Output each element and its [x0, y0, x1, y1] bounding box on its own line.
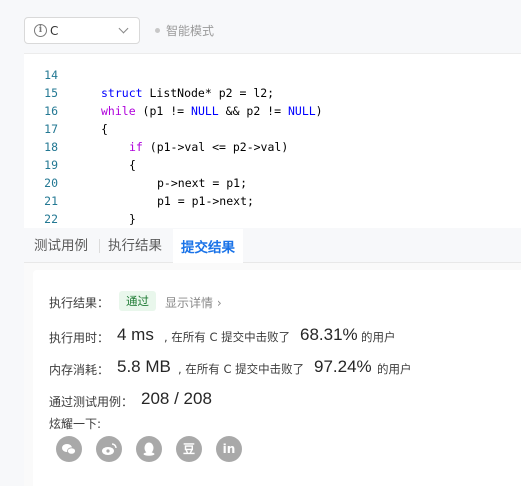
code-line: 15 while (p1 != NULL && p2 != NULL) [24, 66, 521, 118]
status-badge: 通过 [119, 291, 156, 311]
share-label: 炫耀一下: [49, 417, 102, 431]
code-line: 19 p->next = p1; [24, 138, 521, 190]
toolbar: i C 智能模式 [0, 0, 521, 57]
memory-value: 5.8 MB [117, 357, 171, 376]
language-label: C [50, 23, 59, 38]
mode-status-dot [155, 28, 160, 33]
tests-value: 208 / 208 [141, 389, 212, 408]
result-tabs: 测试用例 执行结果 提交结果 [24, 229, 521, 263]
memory-suffix: 的用户 [377, 362, 412, 376]
runtime-label: 执行用时： [49, 331, 110, 345]
code-line: 16 { [24, 84, 521, 136]
memory-label: 内存消耗： [49, 363, 110, 377]
language-select[interactable]: i C [24, 17, 140, 44]
qq-icon[interactable] [136, 436, 162, 462]
douban-icon[interactable]: 豆 [176, 436, 202, 462]
result-card: 执行结果： 通过 显示详情 › 执行用时： 4 ms , 在所有 C 提交中击败… [33, 270, 521, 486]
chevron-right-icon: › [216, 296, 222, 310]
runtime-percentile: 68.31% [300, 325, 358, 344]
wechat-icon[interactable] [56, 436, 82, 462]
runtime-suffix: 的用户 [361, 330, 396, 344]
code-line: 20 p1 = p1->next; [24, 156, 521, 208]
result-panel: 执行结果： 通过 显示详情 › 执行用时： 4 ms , 在所有 C 提交中击败… [24, 263, 521, 486]
show-details-link[interactable]: 显示详情 › [165, 294, 222, 311]
weibo-icon[interactable] [96, 436, 122, 462]
code-line: 18 { [24, 120, 521, 172]
runtime-value: 4 ms [117, 325, 154, 344]
code-line: 23 { [24, 210, 521, 228]
code-line: 22 else [24, 192, 521, 226]
tab-submit-result[interactable]: 提交结果 [173, 229, 243, 263]
memory-percentile: 97.24% [314, 357, 372, 376]
mode-label[interactable]: 智能模式 [166, 22, 214, 39]
tab-exec-result[interactable]: 执行结果 [108, 229, 162, 263]
memory-text: , 在所有 C 提交中击败了 [178, 362, 305, 376]
tab-divider [99, 239, 100, 253]
status-label: 执行结果： [49, 296, 110, 310]
code-line: 17 if (p1->val <= p2->val) [24, 102, 521, 154]
runtime-text: , 在所有 C 提交中击败了 [164, 330, 291, 344]
code-editor[interactable]: 14 struct ListNode* p2 = l2; 15 while (p… [24, 53, 521, 228]
code-line: 14 struct ListNode* p2 = l2; [24, 54, 521, 100]
chevron-down-icon [118, 23, 129, 34]
linkedin-icon[interactable]: in [216, 436, 242, 462]
info-icon: i [34, 24, 47, 37]
tab-test-cases[interactable]: 测试用例 [34, 229, 88, 263]
code-line: 21 } [24, 174, 521, 226]
tests-label: 通过测试用例： [49, 395, 134, 409]
